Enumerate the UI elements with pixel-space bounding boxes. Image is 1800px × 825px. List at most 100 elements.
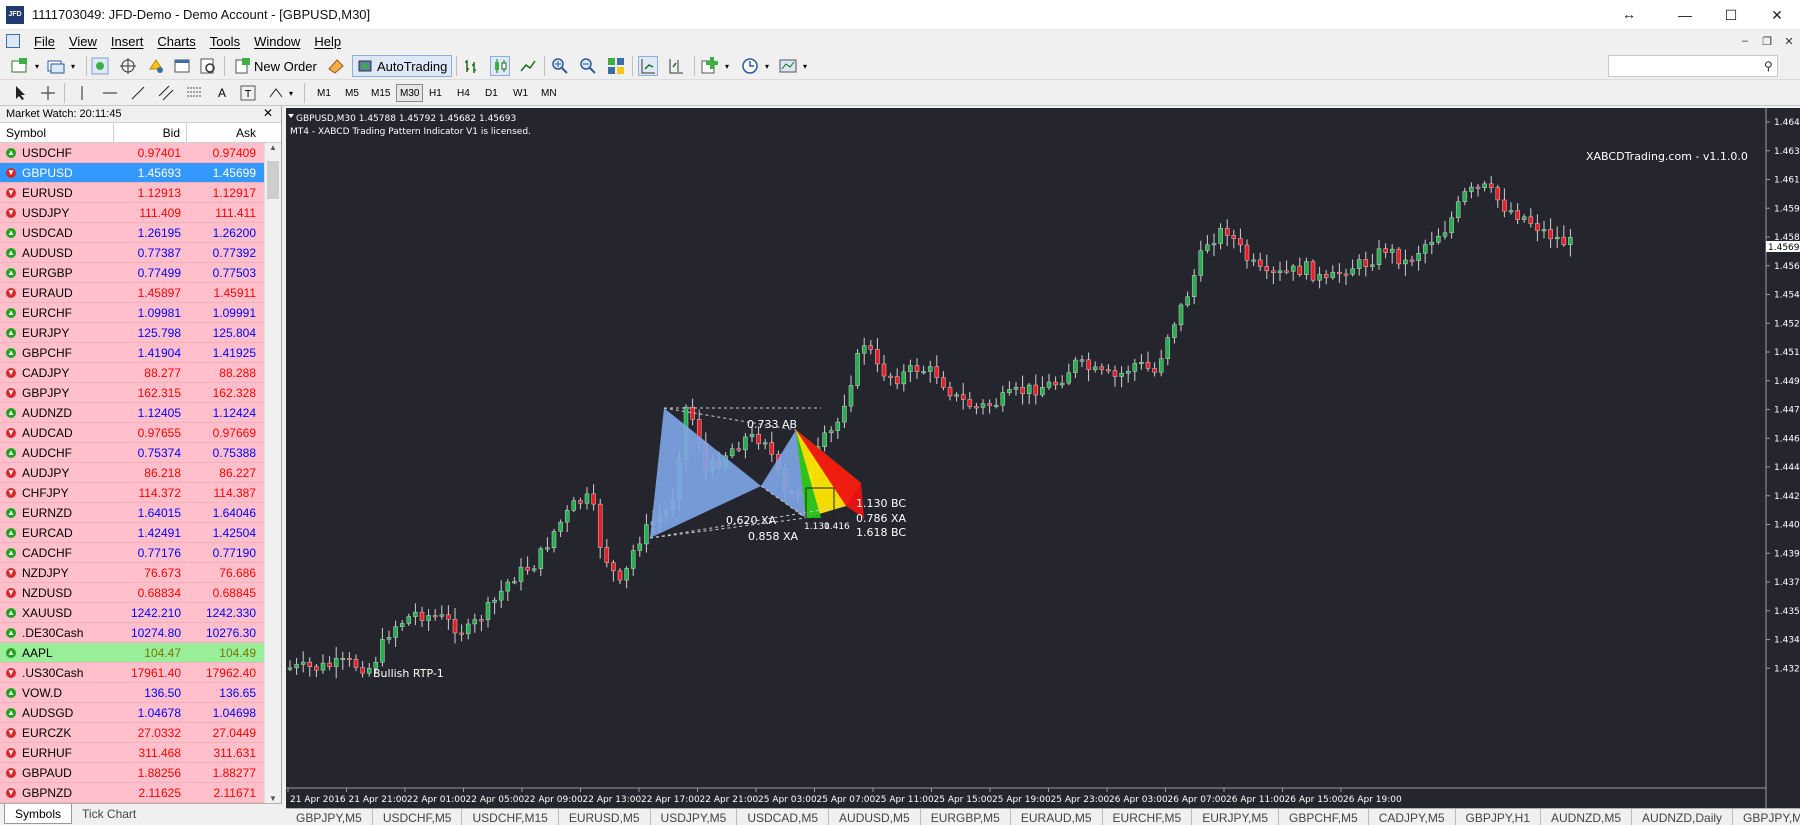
table-row[interactable]: ▼ AUDJPY 86.218 86.227 xyxy=(0,463,264,483)
menu-window[interactable]: Window xyxy=(254,34,300,49)
table-row[interactable]: ▼ GBPUSD 1.45693 1.45699 xyxy=(0,163,264,183)
table-row[interactable]: ▼ USDJPY 111.409 111.411 xyxy=(0,203,264,223)
data-window-icon[interactable] xyxy=(118,56,138,76)
table-row[interactable]: ▼ GBPNZD 2.11625 2.11671 xyxy=(0,783,264,803)
candlestick-icon[interactable] xyxy=(490,56,510,76)
menu-tools[interactable]: Tools xyxy=(210,34,240,49)
tab-tick-chart[interactable]: Tick Chart xyxy=(72,804,146,824)
chart-tab[interactable]: USDCHF,M15 xyxy=(462,809,559,825)
timeframe-h1[interactable]: H1 xyxy=(426,84,445,102)
chevron-down-icon[interactable]: ▾ xyxy=(32,56,42,76)
table-row[interactable]: ▼ .US30Cash 17961.40 17962.40 xyxy=(0,663,264,683)
chart-tab[interactable]: GBPJPY,M5 xyxy=(286,809,373,825)
maximize-icon[interactable]: ☐ xyxy=(1708,0,1754,30)
zoom-in-icon[interactable] xyxy=(550,56,570,76)
mdi-close-icon[interactable]: ✕ xyxy=(1778,35,1800,48)
timeframe-m15[interactable]: M15 xyxy=(368,84,393,102)
chevron-down-icon[interactable]: ▾ xyxy=(722,56,732,76)
cursor-icon[interactable] xyxy=(10,83,30,103)
table-row[interactable]: ▲ EURCAD 1.42491 1.42504 xyxy=(0,523,264,543)
column-ask[interactable]: Ask xyxy=(187,123,262,142)
price-chart[interactable]: 0.733 AB 0.620 XA 0.858 XA 1.130 BC 0.786 XA… xyxy=(286,108,1800,808)
market-watch-icon[interactable] xyxy=(90,56,110,76)
line-chart-icon[interactable] xyxy=(518,56,538,76)
table-row[interactable]: ▲ CADCHF 0.77176 0.77190 xyxy=(0,543,264,563)
chevron-down-icon[interactable]: ▾ xyxy=(800,56,810,76)
table-row[interactable]: ▲ AUDNZD 1.12405 1.12424 xyxy=(0,403,264,423)
table-row[interactable]: ▲ EURNZD 1.64015 1.64046 xyxy=(0,503,264,523)
chevron-down-icon[interactable]: ▾ xyxy=(286,83,296,103)
table-row[interactable]: ▼ EURHUF 311.468 311.631 xyxy=(0,743,264,763)
zoom-out-icon[interactable] xyxy=(578,56,598,76)
chart-tab[interactable]: EURGBP,M5 xyxy=(921,809,1011,825)
profiles-icon[interactable] xyxy=(46,56,66,76)
strategy-tester-icon[interactable] xyxy=(198,56,218,76)
tab-symbols[interactable]: Symbols xyxy=(4,804,73,824)
timeframe-h4[interactable]: H4 xyxy=(454,84,473,102)
market-watch-scrollbar[interactable]: ▲ ▼ xyxy=(264,143,281,803)
table-row[interactable]: ▲ XAUUSD 1242.210 1242.330 xyxy=(0,603,264,623)
search-icon[interactable]: ⚲ xyxy=(1764,59,1773,73)
table-row[interactable]: ▲ AAPL 104.47 104.49 xyxy=(0,643,264,663)
chart-tab[interactable]: EURAUD,M5 xyxy=(1011,809,1103,825)
scroll-up-icon[interactable]: ▲ xyxy=(265,143,281,152)
menu-insert[interactable]: Insert xyxy=(111,34,144,49)
table-row[interactable]: ▲ VOW.D 136.50 136.65 xyxy=(0,683,264,703)
text-tool-icon[interactable]: A xyxy=(212,83,232,103)
table-row[interactable]: ▲ USDCAD 1.26195 1.26200 xyxy=(0,223,264,243)
navigator-icon[interactable] xyxy=(146,56,166,76)
timeframe-m5[interactable]: M5 xyxy=(342,84,362,102)
auto-scroll-icon[interactable] xyxy=(638,56,658,76)
chart-tab[interactable]: USDCHF,M5 xyxy=(373,809,463,825)
chart-tab[interactable]: AUDNZD,M5 xyxy=(1541,809,1633,825)
timeframe-m1[interactable]: M1 xyxy=(314,84,334,102)
scroll-down-icon[interactable]: ▼ xyxy=(265,794,281,803)
chart-shift-icon[interactable] xyxy=(666,56,686,76)
vertical-line-icon[interactable] xyxy=(72,83,92,103)
mdi-restore-icon[interactable]: ❐ xyxy=(1756,35,1778,48)
indicators-icon[interactable] xyxy=(700,56,720,76)
chart-window[interactable]: 0.733 AB 0.620 XA 0.858 XA 1.130 BC 0.786 XA… xyxy=(286,108,1800,808)
timeframe-m30[interactable]: M30 xyxy=(396,84,424,102)
templates-icon[interactable] xyxy=(778,56,798,76)
table-row[interactable]: ▲ AUDSGD 1.04678 1.04698 xyxy=(0,703,264,723)
chart-tab[interactable]: AUDUSD,M5 xyxy=(829,809,921,825)
table-row[interactable]: ▼ NZDJPY 76.673 76.686 xyxy=(0,563,264,583)
terminal-icon[interactable] xyxy=(172,56,192,76)
resize-arrows-icon[interactable]: ↔ xyxy=(1622,6,1636,22)
table-row[interactable]: ▲ EURCHF 1.09981 1.09991 xyxy=(0,303,264,323)
table-row[interactable]: ▲ EURGBP 0.77499 0.77503 xyxy=(0,263,264,283)
chart-tab[interactable]: CADJPY,M5 xyxy=(1369,809,1456,825)
chart-tab[interactable]: EURJPY,M5 xyxy=(1192,809,1280,825)
close-icon[interactable]: ✕ xyxy=(1754,0,1800,30)
table-row[interactable]: ▼ NZDUSD 0.68834 0.68845 xyxy=(0,583,264,603)
chevron-down-icon[interactable]: ▾ xyxy=(762,56,772,76)
text-label-icon[interactable]: T xyxy=(238,83,258,103)
new-chart-icon[interactable] xyxy=(10,56,30,76)
menu-view[interactable]: View xyxy=(69,34,97,49)
table-row[interactable]: ▲ .DE30Cash 10274.80 10276.30 xyxy=(0,623,264,643)
fibonacci-icon[interactable] xyxy=(184,83,204,103)
crosshair-icon[interactable] xyxy=(38,83,58,103)
timeframe-w1[interactable]: W1 xyxy=(510,84,531,102)
chart-tab[interactable]: GBPJPY,M5 xyxy=(1733,809,1800,825)
table-row[interactable]: ▼ EURUSD 1.12913 1.12917 xyxy=(0,183,264,203)
close-icon[interactable]: ✕ xyxy=(263,106,273,120)
table-row[interactable]: ▲ AUDCHF 0.75374 0.75388 xyxy=(0,443,264,463)
chart-tab[interactable]: GBPJPY,H1 xyxy=(1456,809,1542,825)
bar-chart-icon[interactable] xyxy=(462,56,482,76)
table-row[interactable]: ▲ EURJPY 125.798 125.804 xyxy=(0,323,264,343)
channel-icon[interactable] xyxy=(156,83,176,103)
search-input[interactable] xyxy=(1608,55,1778,77)
menu-charts[interactable]: Charts xyxy=(157,34,195,49)
column-bid[interactable]: Bid xyxy=(114,123,187,142)
scrollbar-thumb[interactable] xyxy=(267,161,279,199)
new-order-button[interactable]: New Order xyxy=(230,55,321,77)
table-row[interactable]: ▼ CADJPY 88.277 88.288 xyxy=(0,363,264,383)
autotrading-button[interactable]: AutoTrading xyxy=(352,55,453,77)
timeframe-mn[interactable]: MN xyxy=(538,84,560,102)
table-row[interactable]: ▲ AUDUSD 0.77387 0.77392 xyxy=(0,243,264,263)
table-row[interactable]: ▼ EURAUD 1.45897 1.45911 xyxy=(0,283,264,303)
chart-tab[interactable]: EURCHF,M5 xyxy=(1103,809,1193,825)
minimize-icon[interactable]: — xyxy=(1662,0,1708,30)
